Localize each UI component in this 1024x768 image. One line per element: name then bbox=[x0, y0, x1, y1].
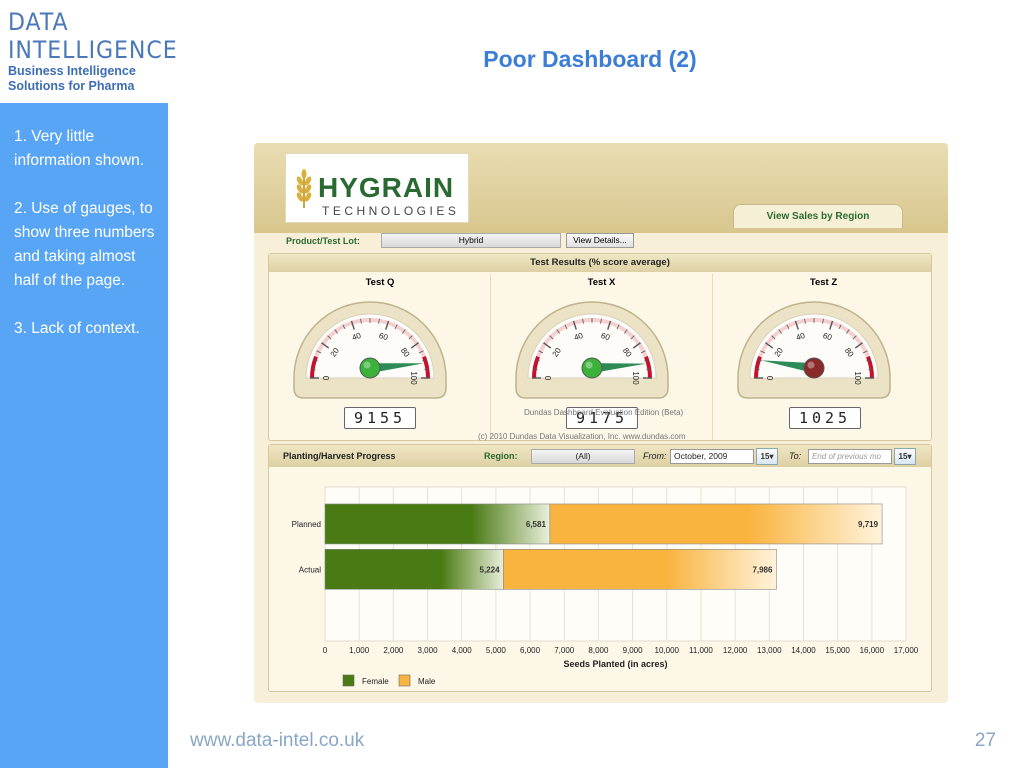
gauge-test-q: Test Q 0 20 40 60 80 100 9155 bbox=[269, 274, 491, 440]
dashboard-header: HYGRAIN TECHNOLOGIES View Sales by Regio… bbox=[254, 143, 948, 233]
x-tick-label: 6,000 bbox=[520, 646, 541, 655]
dashboard-screenshot: HYGRAIN TECHNOLOGIES View Sales by Regio… bbox=[254, 143, 948, 703]
x-tick-label: 13,000 bbox=[757, 646, 782, 655]
page-number: 27 bbox=[974, 730, 996, 751]
gauge-dial: 02040 6080100 bbox=[737, 301, 891, 399]
progress-title: Planting/Harvest Progress bbox=[283, 451, 396, 461]
data-label: 6,581 bbox=[526, 520, 547, 529]
bar-segment bbox=[324, 503, 551, 545]
bar-segment bbox=[503, 548, 777, 590]
calendar-icon: 15 bbox=[898, 452, 908, 461]
legend-swatch bbox=[342, 674, 355, 687]
product-lot-select[interactable]: Hybrid bbox=[381, 233, 561, 248]
x-tick-label: 2,000 bbox=[383, 646, 404, 655]
gauge-tick-label: 0 bbox=[322, 375, 331, 380]
region-select[interactable]: (All) bbox=[531, 449, 635, 464]
brand-name: HYGRAIN bbox=[318, 172, 455, 203]
logo-line-3: Business Intelligence bbox=[8, 64, 136, 78]
from-date-input[interactable]: October, 2009 bbox=[670, 449, 754, 464]
slide: DATA INTELLIGENCE Business Intelligence … bbox=[0, 0, 1024, 768]
x-tick-label: 16,000 bbox=[860, 646, 885, 655]
note-1: 1. Very little information shown. bbox=[14, 128, 145, 169]
gauge-hub-shine bbox=[363, 361, 371, 369]
x-tick-label: 11,000 bbox=[689, 646, 713, 655]
x-tick-label: 7,000 bbox=[554, 646, 575, 655]
logo-line-1: DATA bbox=[8, 8, 69, 36]
hygrain-logo: HYGRAIN TECHNOLOGIES bbox=[285, 153, 469, 223]
legend-swatch bbox=[398, 674, 411, 687]
gauge-tick-label: 100 bbox=[409, 371, 418, 385]
gauge-readout: 9155 bbox=[344, 407, 416, 429]
data-label: 5,224 bbox=[480, 565, 501, 574]
x-tick-label: 0 bbox=[323, 646, 328, 655]
gauge-hub bbox=[581, 357, 603, 379]
note-2: 2. Use of gauges, to show three numbers … bbox=[14, 200, 155, 289]
legend-label: Male bbox=[418, 677, 436, 686]
gauge-tick-label: 100 bbox=[631, 371, 640, 385]
gauge-readout: 1025 bbox=[789, 407, 861, 429]
x-tick-label: 10,000 bbox=[655, 646, 680, 655]
to-date-input[interactable]: End of previous mo bbox=[808, 449, 892, 464]
x-tick-label: 1,000 bbox=[349, 646, 370, 655]
logo-line-4: Solutions for Pharma bbox=[8, 79, 135, 93]
x-tick-label: 3,000 bbox=[418, 646, 439, 655]
gauge-tick-label: 0 bbox=[766, 375, 775, 380]
from-label: From: bbox=[643, 451, 667, 461]
legend-label: Female bbox=[362, 677, 389, 686]
x-tick-label: 4,000 bbox=[452, 646, 473, 655]
x-tick-label: 9,000 bbox=[623, 646, 644, 655]
gauge-dial: 02040 6080100 bbox=[293, 301, 447, 399]
category-label: Actual bbox=[299, 565, 321, 574]
x-tick-label: 5,000 bbox=[486, 646, 507, 655]
slide-title: Poor Dashboard (2) bbox=[483, 46, 697, 72]
brand-sub: TECHNOLOGIES bbox=[322, 204, 460, 218]
gauge-tick-label: 0 bbox=[544, 375, 553, 380]
to-calendar-button[interactable]: 15▾ bbox=[894, 448, 916, 465]
tab-view-sales-by-region[interactable]: View Sales by Region bbox=[733, 204, 903, 228]
gauge-hub bbox=[359, 357, 381, 379]
x-tick-label: 12,000 bbox=[723, 646, 748, 655]
progress-header: Planting/Harvest Progress Region: (All) … bbox=[269, 445, 931, 467]
gauge-tick-label: 100 bbox=[853, 371, 862, 385]
watermark-line-1: Dundas Dashboard Evaluation Edition (Bet… bbox=[524, 408, 684, 417]
planting-harvest-panel: Planting/Harvest Progress Region: (All) … bbox=[268, 444, 932, 692]
x-tick-label: 14,000 bbox=[791, 646, 816, 655]
from-calendar-button[interactable]: 15▾ bbox=[756, 448, 778, 465]
data-label: 9,719 bbox=[858, 520, 879, 529]
x-axis-label: Seeds Planted (in acres) bbox=[563, 659, 667, 669]
x-tick-label: 8,000 bbox=[588, 646, 609, 655]
calendar-icon: 15 bbox=[760, 452, 770, 461]
product-lot-label: Product/Test Lot: bbox=[286, 236, 360, 246]
gauge-hub bbox=[803, 357, 825, 379]
note-3: 3. Lack of context. bbox=[14, 320, 140, 337]
seeds-planted-chart: 0 1,000 2,000 3,000 4,000 5,000 6,000 7,000 8,00… bbox=[292, 486, 919, 687]
region-label: Region: bbox=[484, 451, 518, 461]
test-results-title: Test Results (% score average) bbox=[269, 254, 931, 272]
gauge-test-z: Test Z 0 20 40 60 80 100 1025 bbox=[712, 274, 934, 440]
product-lot-row: Product/Test Lot: Hybrid View Details... bbox=[254, 231, 948, 251]
category-label: Planned bbox=[292, 520, 321, 529]
x-tick-label: 15,000 bbox=[825, 646, 850, 655]
data-label: 7,986 bbox=[752, 565, 773, 574]
wheat-icon bbox=[296, 169, 312, 208]
gauge-dial: 02040 6080100 bbox=[515, 301, 669, 399]
x-tick-label: 17,000 bbox=[894, 646, 919, 655]
footer-url[interactable]: www.data-intel.co.uk bbox=[190, 730, 364, 752]
to-label: To: bbox=[789, 451, 802, 461]
data-intelligence-logo: DATA INTELLIGENCE Business Intelligence … bbox=[8, 8, 178, 103]
notes-sidebar: 1. Very little information shown. 2. Use… bbox=[0, 103, 168, 768]
bar-segment bbox=[324, 548, 504, 590]
gauge-hub-shine bbox=[807, 361, 815, 369]
bar-segment bbox=[549, 503, 883, 545]
logo-line-2: INTELLIGENCE bbox=[8, 36, 178, 64]
test-results-panel: Test Results (% score average) Test Q 02… bbox=[268, 253, 932, 441]
view-details-button[interactable]: View Details... bbox=[566, 233, 634, 248]
gauge-hub-shine bbox=[585, 361, 593, 369]
watermark-line-2: (c) 2010 Dundas Data Visualization, Inc.… bbox=[478, 432, 686, 441]
